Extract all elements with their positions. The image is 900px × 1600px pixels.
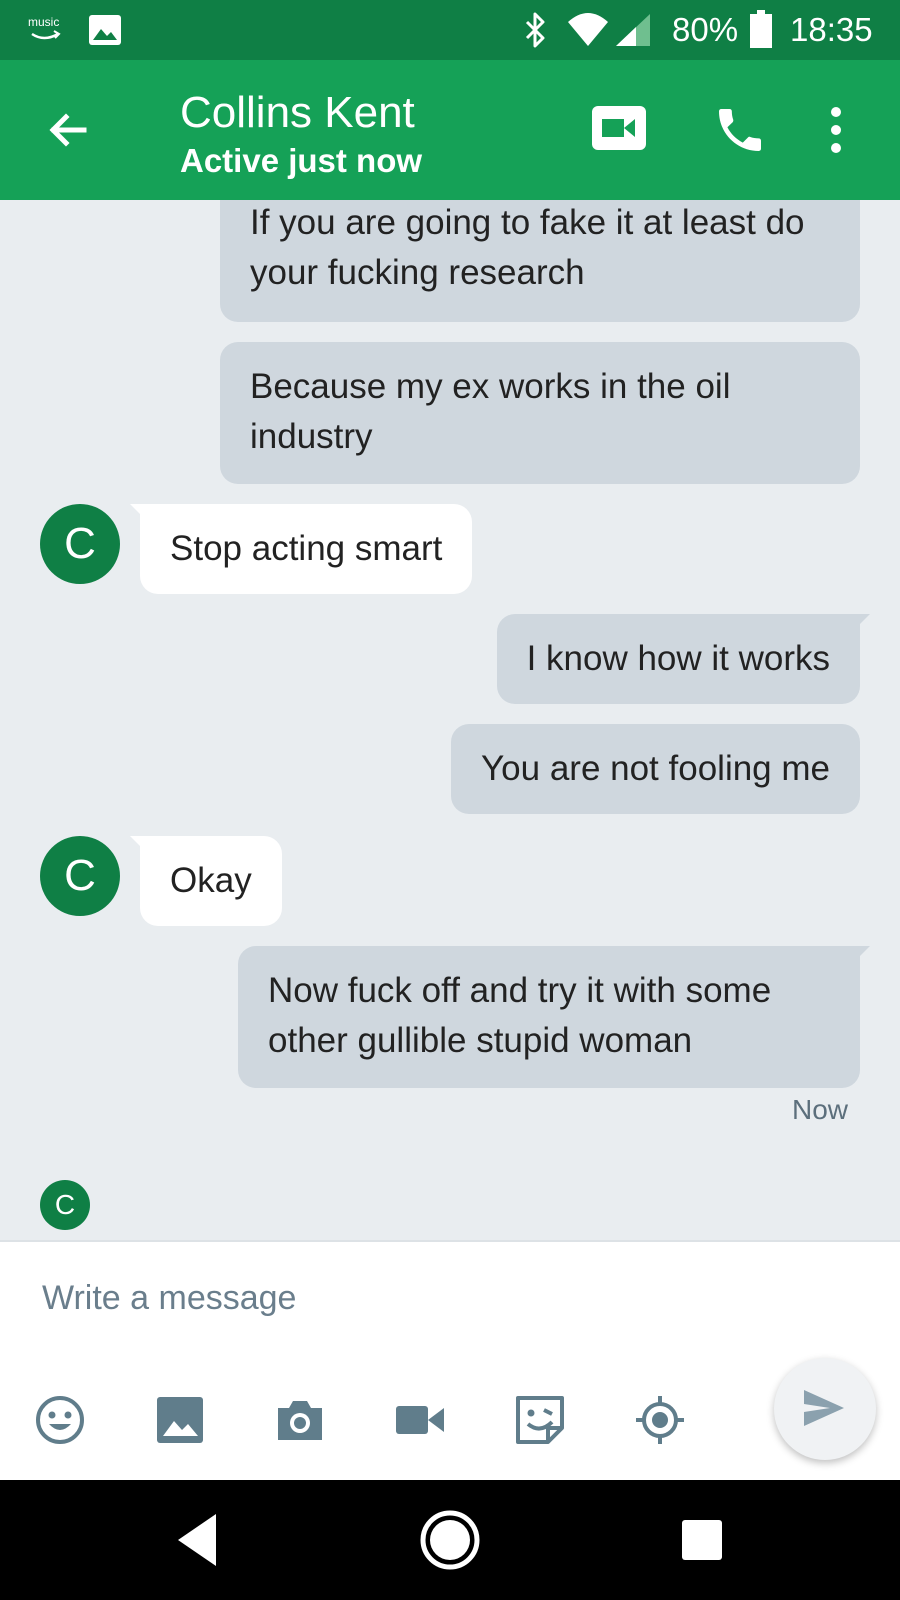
amazon-music-icon: music [28,16,64,44]
message-text: Because my ex works in the oil industry [250,367,731,456]
bluetooth-icon [525,12,545,48]
message-bubble-outgoing[interactable]: You are not fooling me [451,724,860,814]
conversation-header: Collins Kent Active just now [0,60,900,200]
nav-home-icon[interactable] [418,1508,482,1572]
message-bubble-outgoing[interactable]: I know how it works [496,614,870,704]
message-text: You are not fooling me [481,749,830,788]
send-icon [804,1390,844,1426]
nav-recents-icon[interactable] [670,1508,734,1572]
back-arrow-icon[interactable] [44,106,92,154]
contact-avatar[interactable]: C [40,504,120,584]
read-receipt-avatar: C [40,1180,90,1230]
emoji-icon[interactable] [34,1394,86,1446]
bubble-tail [130,504,142,516]
message-text: If you are going to fake it at least do … [250,203,805,292]
sticker-icon[interactable] [514,1394,566,1446]
bubble-tail [858,946,870,958]
message-timestamp: Now [791,1094,848,1125]
contact-name: Collins Kent [180,88,415,137]
phone-icon[interactable] [712,102,768,158]
message-bubble-outgoing[interactable]: If you are going to fake it at least do … [220,200,860,322]
more-vert-icon[interactable] [828,104,844,156]
signal-icon [616,14,650,46]
message-bubble-outgoing[interactable]: Now fuck off and try it with some other … [238,946,870,1088]
battery-icon [750,10,772,48]
gallery-notification-icon [89,15,121,45]
gallery-icon[interactable] [154,1394,206,1446]
contact-avatar[interactable]: C [40,836,120,916]
status-clock: 18:35 [790,11,873,48]
message-bubble-incoming[interactable]: Okay [130,836,282,926]
message-text: Now fuck off and try it with some other … [268,971,772,1060]
bubble-tail [130,836,142,848]
send-button[interactable] [774,1358,876,1460]
status-bar: music 80% 18:35 [0,0,900,60]
wifi-icon [568,13,608,46]
video-call-icon[interactable] [592,106,646,150]
message-bubble-incoming[interactable]: Stop acting smart [130,504,473,594]
message-text: I know how it works [526,639,830,678]
message-text: Stop acting smart [170,529,443,568]
camera-icon[interactable] [274,1394,326,1446]
nav-back-icon[interactable] [172,1508,236,1572]
message-composer [0,1240,900,1482]
battery-percent: 80% [672,11,739,48]
bubble-tail [858,614,870,626]
presence-status: Active just now [180,142,423,179]
video-icon[interactable] [394,1394,446,1446]
message-thread[interactable]: If you are going to fake it at least do … [0,200,900,1240]
system-nav-bar [0,1480,900,1600]
message-input[interactable] [40,1272,744,1324]
location-icon[interactable] [634,1394,686,1446]
message-text: Okay [170,861,252,900]
message-bubble-outgoing[interactable]: Because my ex works in the oil industry [220,342,860,484]
